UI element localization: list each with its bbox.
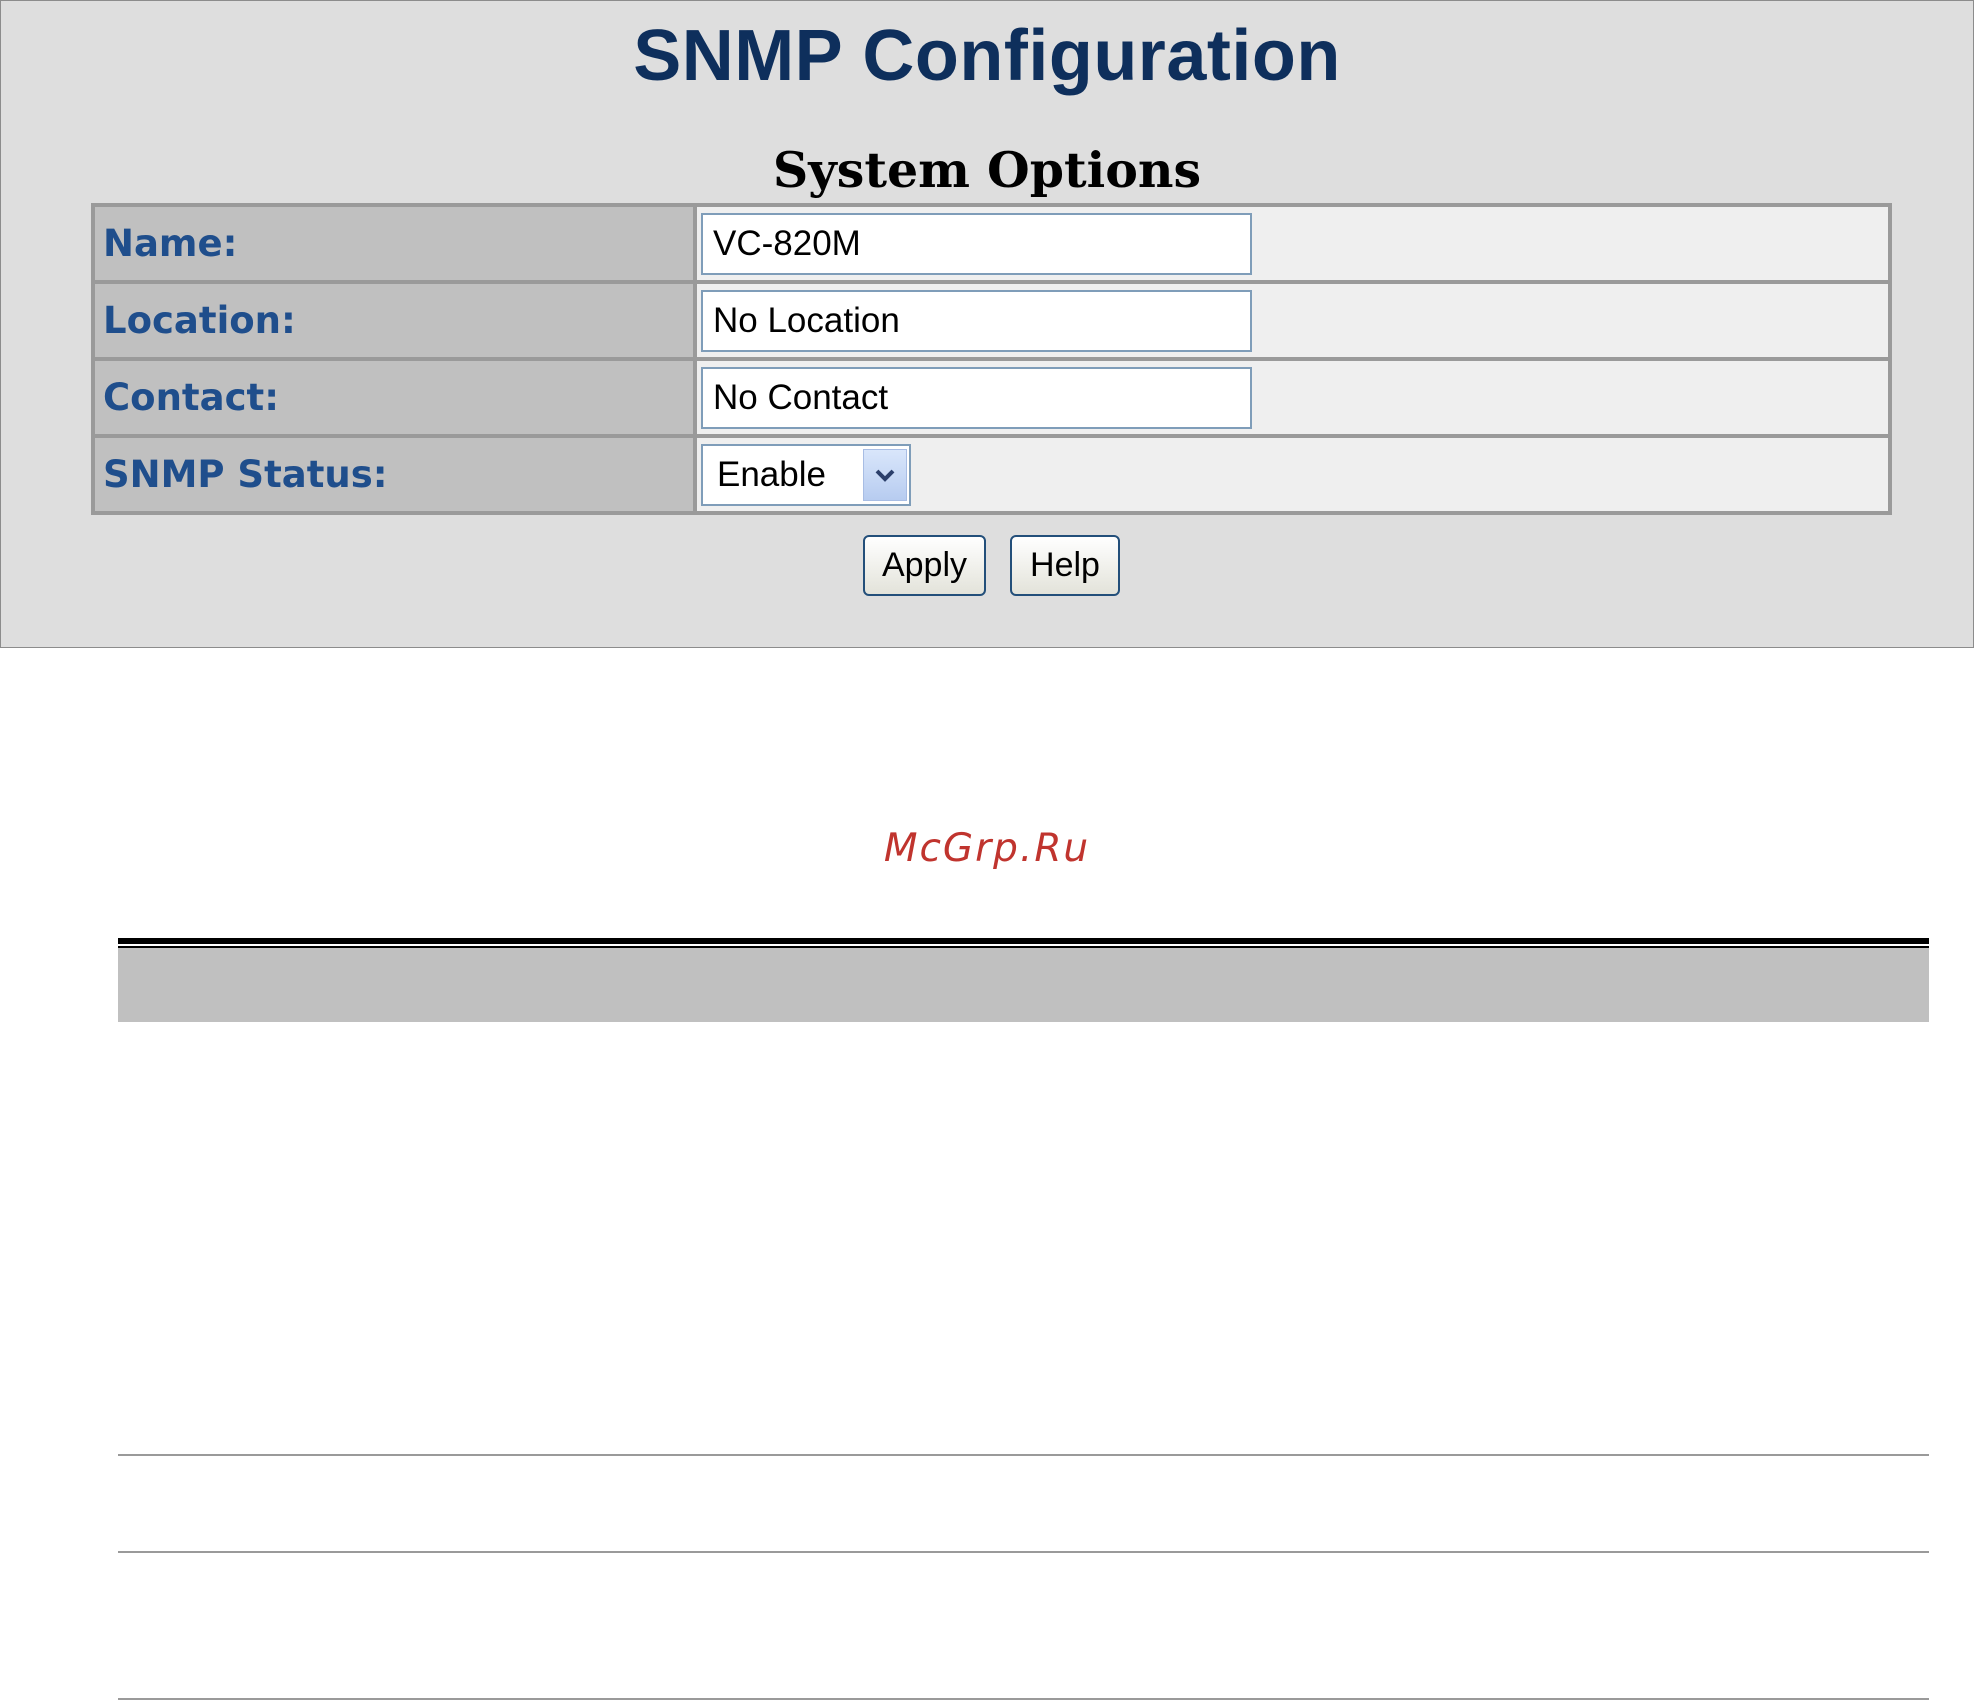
page-title: SNMP Configuration — [633, 16, 1341, 96]
contact-label: Contact: — [103, 376, 279, 419]
chevron-down-icon[interactable] — [863, 448, 907, 501]
action-buttons: Apply Help — [863, 535, 1120, 596]
document-table-header — [118, 946, 1929, 1022]
apply-button[interactable]: Apply — [863, 535, 986, 596]
watermark: McGrp.Ru — [883, 826, 1091, 871]
system-options-table: Name: VC-820M Location: No Location Cont… — [91, 203, 1892, 515]
document-top-rule — [118, 938, 1929, 944]
contact-row: Contact: No Contact — [91, 357, 1892, 438]
snmp-status-row: SNMP Status: Enable — [91, 434, 1892, 515]
location-label: Location: — [103, 299, 296, 342]
document-divider — [118, 1454, 1929, 1456]
contact-input[interactable]: No Contact — [701, 366, 1252, 429]
snmp-status-select[interactable]: Enable — [701, 443, 911, 506]
snmp-status-selected-value: Enable — [717, 454, 826, 494]
name-input[interactable]: VC-820M — [701, 212, 1252, 275]
name-label: Name: — [103, 222, 238, 265]
name-row: Name: VC-820M — [91, 203, 1892, 284]
help-button[interactable]: Help — [1010, 535, 1120, 596]
snmp-status-label: SNMP Status: — [103, 453, 388, 496]
location-row: Location: No Location — [91, 280, 1892, 361]
location-input[interactable]: No Location — [701, 289, 1252, 352]
document-divider — [118, 1551, 1929, 1553]
snmp-config-panel: SNMP Configuration System Options Name: … — [0, 0, 1974, 648]
section-title: System Options — [772, 141, 1202, 199]
